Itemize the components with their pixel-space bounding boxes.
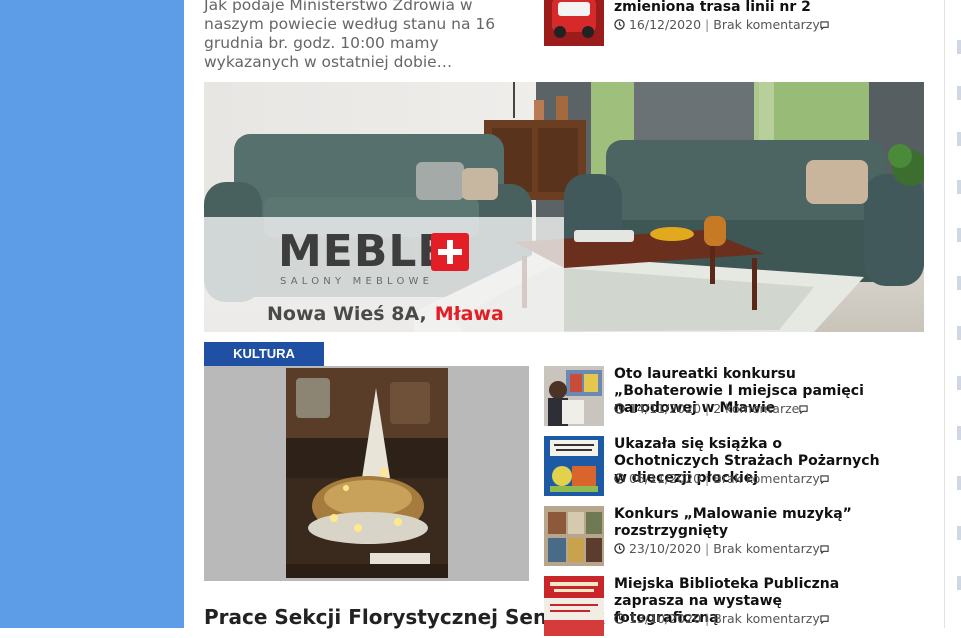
clock-icon [614,542,625,557]
news-comments-link[interactable]: Brak komentarzy [713,471,819,486]
news-comments-link[interactable]: Brak komentarzy [713,17,819,32]
news-title[interactable]: Konkurs „Malowanie muzyką” rozstrzygnięt… [614,506,884,540]
news-item-top[interactable]: zmieniona trasa linii nr 2 16/12/2020 | Br… [544,0,884,46]
news-date: 06/11/2020 [628,471,702,486]
news-thumbnail[interactable] [544,0,604,46]
ad-logo-text: MEBLE [278,226,449,277]
list-item[interactable]: Oto laureatki konkursu „Bohaterowie I mi… [544,366,884,428]
list-item[interactable]: Konkurs „Malowanie muzyką” rozstrzygnięt… [544,506,884,568]
news-comments-link[interactable]: Brak komentarzy [713,611,819,626]
news-meta: 13/10/2020 | Brak komentarzy [614,611,829,627]
comment-icon [820,542,829,557]
ad-city: Mława [434,303,504,325]
news-date: 13/10/2020 [628,611,702,626]
featured-image-frame[interactable] [204,366,529,581]
featured-image[interactable] [286,368,448,578]
news-thumbnail[interactable] [544,366,604,426]
list-item[interactable]: Ukazała się książka o Ochotniczych Straż… [544,436,884,498]
comment-icon [799,402,808,417]
ad-address: Nowa Wieś 8A, Mława [267,303,504,325]
comment-icon [820,612,829,627]
news-thumbnail[interactable] [544,576,604,636]
content-divider [944,0,945,628]
list-item[interactable]: Miejska Biblioteka Publiczna zaprasza na… [544,576,884,638]
news-meta: 06/11/2020 | Brak komentarzy [614,471,829,487]
advertisement-banner[interactable]: MEBLE SALONY MEBLOWE Nowa Wieś 8A, Mława [204,82,924,332]
news-date: 14/11/2020 [628,401,702,416]
plus-logo-icon [431,233,469,271]
comment-icon [820,18,829,33]
article-excerpt[interactable]: Jak podaje Ministerstwo Zdrowia w naszym… [204,0,524,72]
ad-street: Nowa Wieś 8A, [267,303,427,325]
news-meta: 14/11/2020 | 2 komentarze [614,401,808,417]
clock-icon [614,612,625,627]
comment-icon [820,472,829,487]
clock-icon [614,18,625,33]
news-meta: 23/10/2020 | Brak komentarzy [614,541,829,557]
news-title[interactable]: zmieniona trasa linii nr 2 [614,0,884,16]
ad-subtitle: SALONY MEBLOWE [280,276,434,287]
news-comments-link[interactable]: 2 komentarze [713,401,799,416]
clock-icon [614,472,625,487]
news-thumbnail[interactable] [544,506,604,566]
news-thumbnail[interactable] [544,436,604,496]
news-meta: 16/12/2020 | Brak komentarzy [614,17,829,33]
category-tag[interactable]: KULTURA [204,342,324,366]
news-comments-link[interactable]: Brak komentarzy [713,541,819,556]
ad-photo [204,82,924,332]
news-date: 16/12/2020 [628,17,702,32]
news-date: 23/10/2020 [628,541,702,556]
clock-icon [614,402,625,417]
left-background-band [0,0,184,628]
